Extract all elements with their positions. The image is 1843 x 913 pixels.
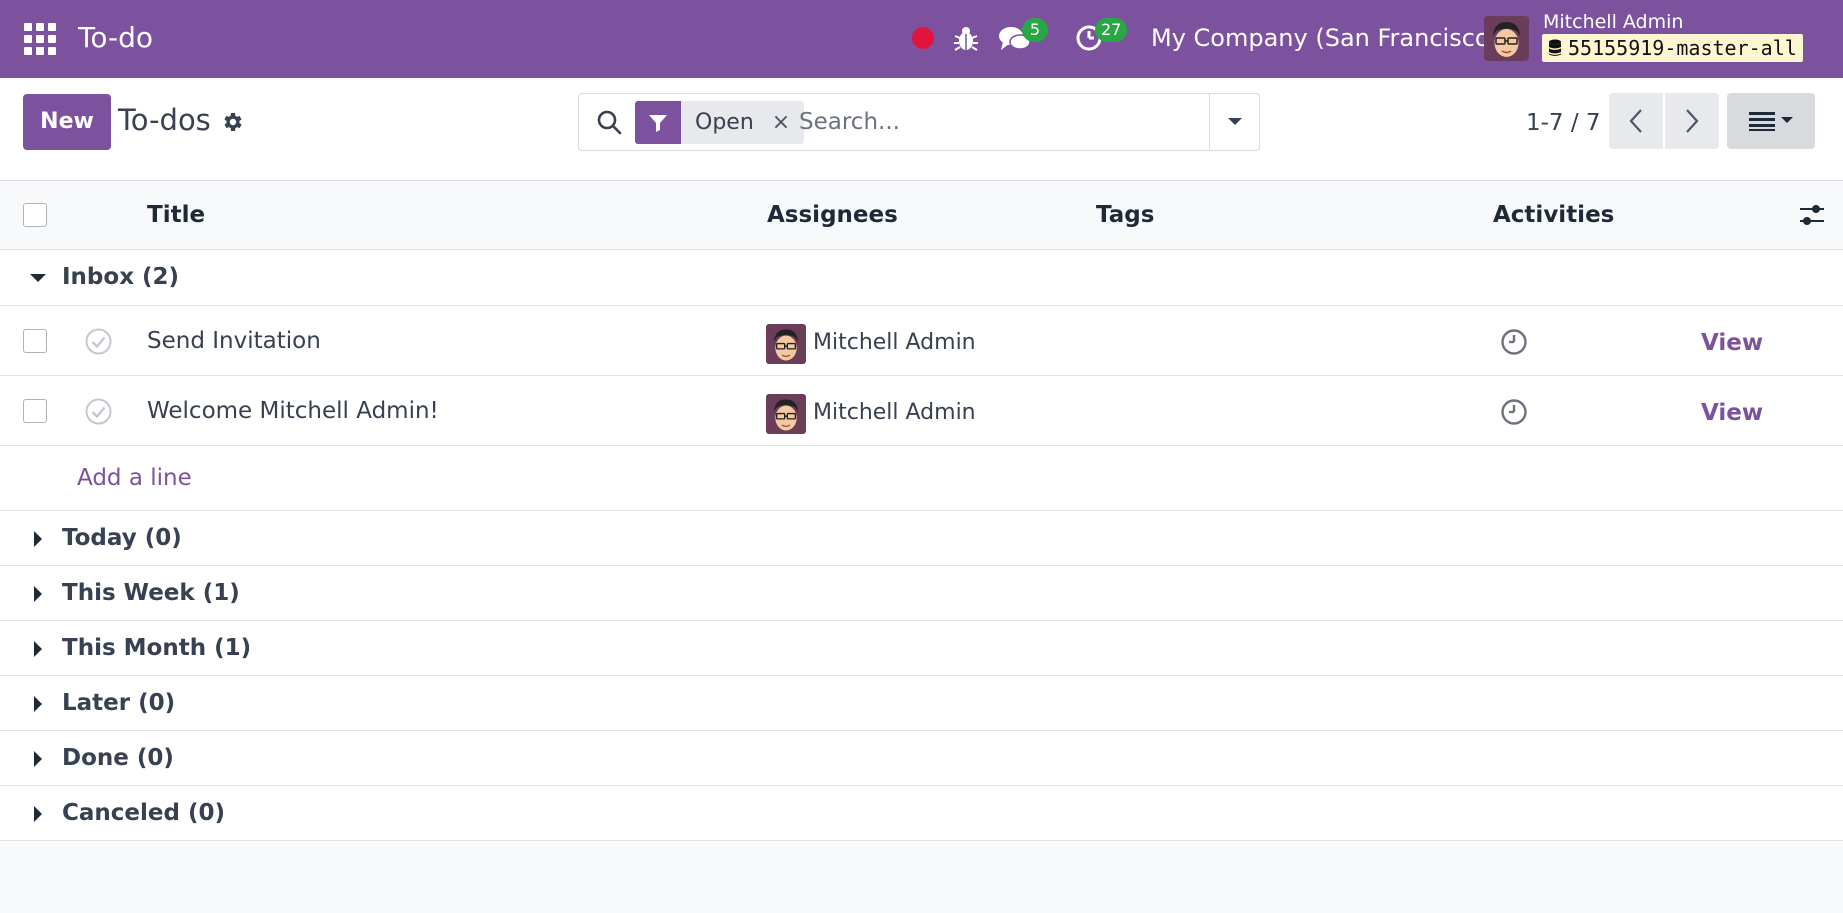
caret-right-icon (34, 531, 42, 547)
assignee-name: Mitchell Admin (813, 330, 976, 355)
caret-right-icon (34, 586, 42, 602)
record-title[interactable]: Welcome Mitchell Admin! (147, 396, 439, 426)
caret-right-icon (34, 641, 42, 657)
view-button[interactable]: View (1701, 328, 1763, 358)
bug-icon[interactable] (953, 24, 979, 52)
group-row-this-month[interactable]: This Month (1) (0, 621, 1843, 676)
user-name[interactable]: Mitchell Admin (1543, 10, 1683, 34)
group-label: This Month (1) (62, 635, 252, 661)
table-row[interactable]: Send Invitation Mitchell Admin View (0, 306, 1843, 376)
group-label: Done (0) (62, 745, 174, 771)
top-navbar: To-do 5 27 My Company (San Francisco) Mi… (0, 0, 1843, 78)
group-row-this-week[interactable]: This Week (1) (0, 566, 1843, 621)
filter-icon (635, 101, 681, 144)
database-icon (1549, 39, 1561, 56)
company-switcher[interactable]: My Company (San Francisco) (1151, 22, 1499, 54)
pager-next-button[interactable] (1665, 93, 1719, 149)
group-row-inbox[interactable]: Inbox (2) (0, 250, 1843, 306)
assignee-avatar (766, 324, 806, 364)
list-header: Title Assignees Tags Activities (0, 181, 1843, 250)
breadcrumb-title: To-dos (118, 103, 211, 137)
pager-previous-button[interactable] (1609, 93, 1663, 149)
group-row-today[interactable]: Today (0) (0, 511, 1843, 566)
activities-count-badge: 27 (1095, 18, 1128, 42)
caret-down-icon (30, 274, 46, 282)
user-avatar[interactable] (1484, 16, 1529, 61)
list-view-icon (1749, 112, 1793, 131)
mark-done-icon[interactable] (85, 398, 112, 425)
search-icon[interactable] (596, 109, 622, 135)
caret-down-icon (1228, 118, 1242, 125)
column-header-title[interactable]: Title (147, 200, 205, 230)
recording-dot-icon[interactable] (912, 27, 934, 49)
clock-icon[interactable] (1500, 328, 1528, 356)
new-button[interactable]: New (23, 94, 111, 150)
group-label: Today (0) (62, 525, 182, 551)
sliders-icon[interactable] (1798, 201, 1826, 229)
row-checkbox[interactable] (23, 399, 47, 423)
assignee-name: Mitchell Admin (813, 400, 976, 425)
caret-right-icon (34, 806, 42, 822)
record-title[interactable]: Send Invitation (147, 326, 321, 356)
column-header-assignees[interactable]: Assignees (767, 200, 898, 230)
group-row-canceled[interactable]: Canceled (0) (0, 786, 1843, 841)
group-label: This Week (1) (62, 580, 240, 606)
assignee-avatar (766, 394, 806, 434)
caret-right-icon (34, 751, 42, 767)
database-name-badge: 55155919-master-all (1542, 34, 1803, 62)
apps-menu-icon[interactable] (24, 23, 56, 55)
facet-label: Open (695, 110, 754, 135)
messages-count-badge: 5 (1022, 18, 1048, 42)
search-bar: Open × (578, 93, 1260, 151)
search-input[interactable] (799, 102, 1179, 142)
view-button[interactable]: View (1701, 398, 1763, 428)
group-row-later[interactable]: Later (0) (0, 676, 1843, 731)
add-line-button[interactable]: Add a line (77, 463, 192, 493)
table-row[interactable]: Welcome Mitchell Admin! Mitchell Admin V… (0, 376, 1843, 446)
column-header-tags[interactable]: Tags (1096, 200, 1154, 230)
todo-list-view: Title Assignees Tags Activities Inbox (2… (0, 181, 1843, 841)
group-label: Inbox (2) (62, 264, 180, 290)
control-panel: New To-dos Open × 1-7 / 7 (0, 78, 1843, 181)
gear-icon[interactable] (220, 110, 244, 134)
database-name: 55155919-master-all (1568, 36, 1797, 60)
group-label: Later (0) (62, 690, 176, 716)
mark-done-icon[interactable] (85, 328, 112, 355)
clock-icon[interactable] (1500, 398, 1528, 426)
app-title[interactable]: To-do (78, 18, 153, 58)
add-line-row: Add a line (0, 446, 1843, 511)
pager-value[interactable]: 1-7 / 7 (1526, 108, 1601, 138)
group-label: Canceled (0) (62, 800, 225, 826)
row-checkbox[interactable] (23, 329, 47, 353)
view-switcher-button[interactable] (1727, 93, 1815, 149)
column-header-activities[interactable]: Activities (1493, 200, 1614, 230)
search-facet-open: Open × (635, 101, 805, 144)
caret-right-icon (34, 696, 42, 712)
group-row-done[interactable]: Done (0) (0, 731, 1843, 786)
select-all-checkbox[interactable] (23, 203, 47, 227)
search-options-toggle[interactable] (1209, 94, 1260, 150)
chevron-left-icon (1629, 109, 1642, 133)
chevron-right-icon (1686, 109, 1699, 133)
